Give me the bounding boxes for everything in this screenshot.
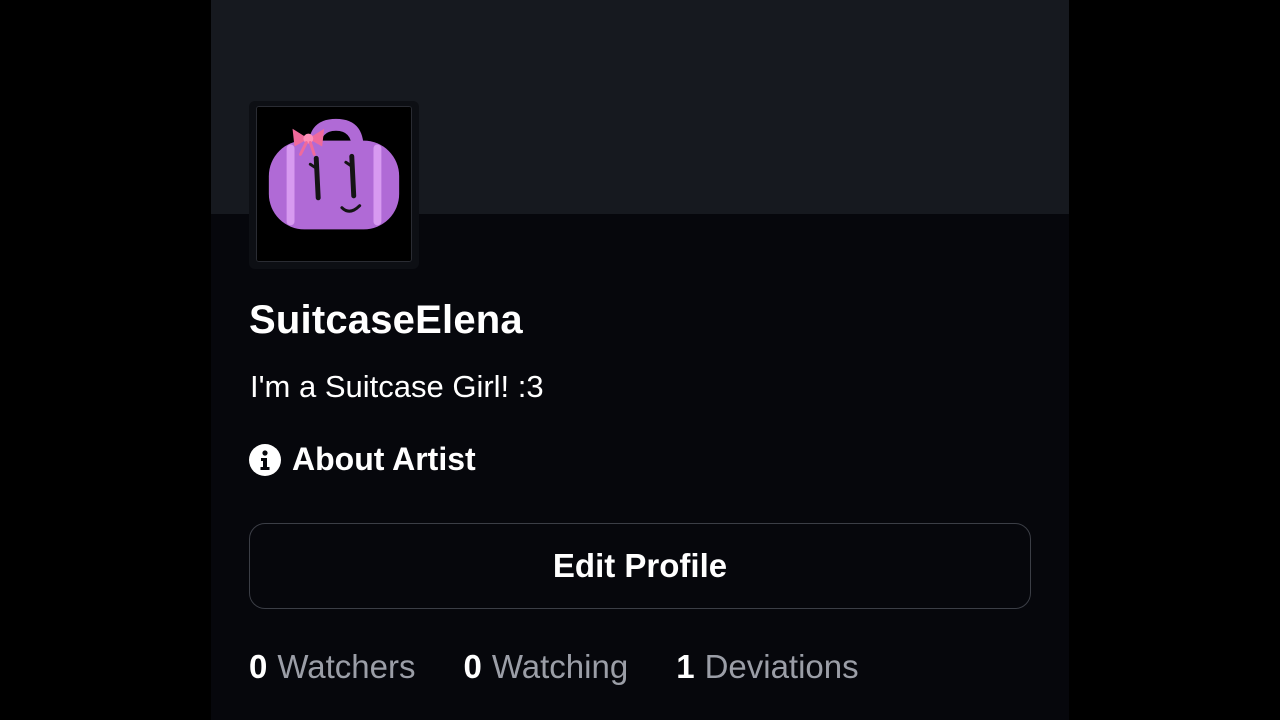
stat-count: 1 [676, 648, 695, 685]
about-artist-label: About Artist [292, 441, 476, 477]
stat-count: 0 [249, 648, 268, 685]
stat-label: Watchers [277, 648, 416, 685]
stat-label: Deviations [704, 648, 859, 685]
stat-count: 0 [463, 648, 482, 685]
edit-profile-button[interactable]: Edit Profile [249, 523, 1031, 609]
stat-watching[interactable]: 0 Watching [464, 648, 629, 686]
stat-label: Watching [491, 648, 629, 685]
stat-watchers[interactable]: 0 Watchers [249, 648, 416, 686]
edit-profile-label: Edit Profile [552, 547, 728, 584]
profile-stats: 0 Watchers 0 Watching 1 Deviations [249, 648, 859, 686]
about-artist-link[interactable]: About Artist [249, 441, 476, 478]
suitcase-avatar-icon [257, 107, 411, 261]
avatar[interactable] [256, 106, 412, 262]
stat-deviations[interactable]: 1 Deviations [676, 648, 858, 686]
info-icon [249, 443, 281, 476]
profile-panel: SuitcaseElena I'm a Suitcase Girl! :3 Ab… [211, 0, 1069, 720]
profile-username: SuitcaseElena [249, 298, 523, 342]
profile-tagline: I'm a Suitcase Girl! :3 [250, 369, 544, 404]
